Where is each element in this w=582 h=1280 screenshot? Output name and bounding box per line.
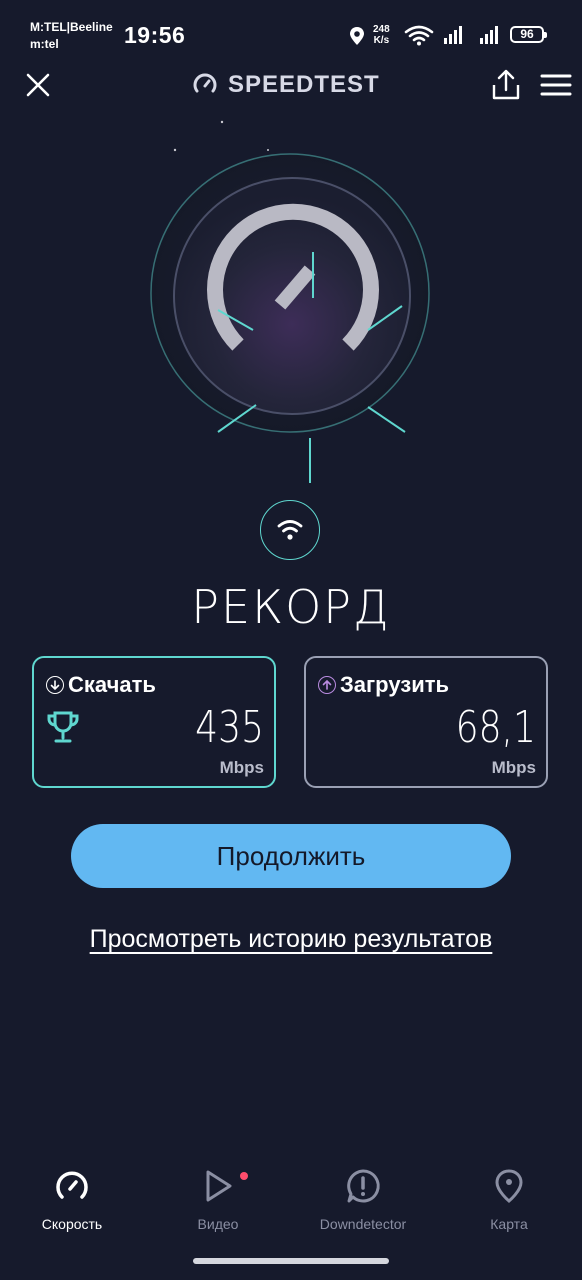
upload-arrow-icon xyxy=(318,676,336,694)
carrier-name-secondary: m:tel xyxy=(30,37,59,51)
download-speed-value: 435 xyxy=(195,702,264,753)
nav-label-map: Карта xyxy=(490,1216,528,1232)
carrier-name-primary: M:TEL|Beeline xyxy=(30,20,113,34)
nav-label-downdetector: Downdetector xyxy=(319,1216,407,1232)
speedtest-logo-icon xyxy=(193,73,217,93)
nav-label-video: Видео xyxy=(197,1216,239,1232)
result-title: РЕКОРД xyxy=(191,580,391,634)
network-speed-indicator: 248 K/s xyxy=(373,24,390,46)
download-label: Скачать xyxy=(68,672,156,697)
battery-indicator: 96 xyxy=(510,26,547,43)
wifi-icon xyxy=(277,520,303,540)
notification-dot xyxy=(240,1172,248,1180)
home-indicator[interactable] xyxy=(193,1258,389,1264)
network-speed-unit: K/s xyxy=(373,35,390,46)
view-history-link[interactable]: Просмотреть историю результатов xyxy=(0,925,582,954)
speedometer-gauge xyxy=(150,120,430,483)
signal-strength-icon-1 xyxy=(444,26,462,44)
download-result-card: Скачать 435 Mbps xyxy=(32,656,276,788)
map-pin-icon xyxy=(495,1169,523,1203)
network-speed-value: 248 xyxy=(373,24,390,35)
download-speed-unit: Mbps xyxy=(219,758,264,777)
share-icon[interactable] xyxy=(490,68,522,102)
upload-label: Загрузить xyxy=(340,672,450,697)
continue-button[interactable]: Продолжить xyxy=(71,824,511,888)
upload-speed-value: 68,1 xyxy=(455,702,536,753)
wifi-status-icon xyxy=(404,25,434,46)
upload-result-card: Загрузить 68,1 Mbps xyxy=(304,656,548,788)
trophy-icon xyxy=(47,711,79,743)
upload-speed-unit: Mbps xyxy=(491,758,536,777)
close-icon[interactable] xyxy=(24,71,52,99)
signal-strength-icon-2 xyxy=(480,26,498,44)
play-icon xyxy=(206,1170,232,1202)
nav-label-speed: Скорость xyxy=(41,1216,103,1232)
menu-icon[interactable] xyxy=(540,72,572,98)
status-time: 19:56 xyxy=(124,22,186,48)
location-icon xyxy=(350,27,364,45)
speedometer-icon xyxy=(56,1171,88,1199)
connection-type-badge xyxy=(260,500,320,560)
download-arrow-icon xyxy=(46,676,64,694)
alert-icon xyxy=(347,1169,380,1203)
app-title: SPEEDTEST xyxy=(228,71,380,98)
